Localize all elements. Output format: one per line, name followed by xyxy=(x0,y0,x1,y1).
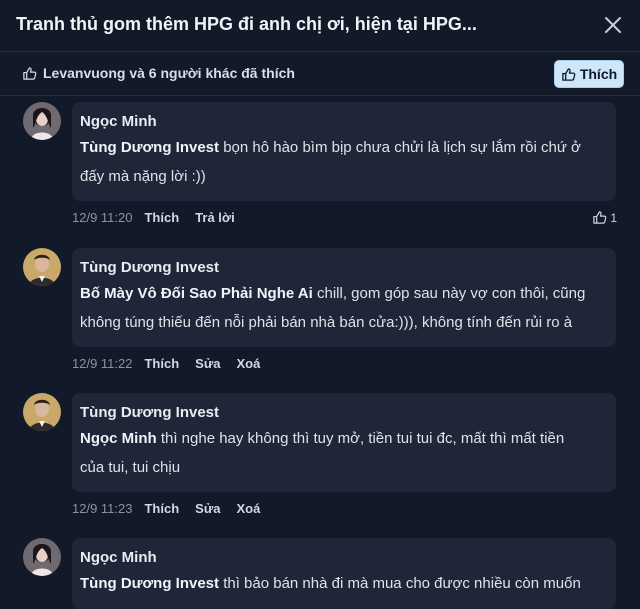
comment-time: 12/9 11:20 xyxy=(72,210,133,225)
dialog-header: Tranh thủ gom thêm HPG đi anh chị ơi, hi… xyxy=(0,0,640,52)
likes-bar: Levanvuong và 6 người khác đã thích Thíc… xyxy=(0,52,640,96)
like-comment-button[interactable]: Thích xyxy=(144,356,179,371)
edit-button[interactable]: Sửa xyxy=(195,356,220,371)
delete-button[interactable]: Xoá xyxy=(236,501,260,516)
comment-author[interactable]: Tùng Dương Invest xyxy=(80,257,606,279)
like-comment-button[interactable]: Thích xyxy=(144,501,179,516)
like-count-value: 1 xyxy=(610,210,617,225)
mention[interactable]: Ngọc Minh xyxy=(80,430,157,447)
avatar[interactable] xyxy=(23,248,61,286)
thumbs-up-icon xyxy=(562,67,576,81)
avatar[interactable] xyxy=(23,393,61,431)
comment-text-line: thì nghe hay không thì tuy mở, tiền tui … xyxy=(156,430,565,447)
comment-time: 12/9 11:22 xyxy=(72,356,133,371)
comment-text-line: thì bảo bán nhà đi mà mua cho được nhiều… xyxy=(219,575,581,592)
like-comment-button[interactable]: Thích xyxy=(144,210,179,225)
comment-text: Bố Mày Vô Đối Sao Phải Nghe Ai chill, go… xyxy=(80,279,606,337)
comment-text: Tùng Dương Invest thì bảo bán nhà đi mà … xyxy=(80,569,606,598)
comment-author[interactable]: Ngọc Minh xyxy=(80,547,606,569)
comment-text: Ngọc Minh thì nghe hay không thì tuy mở,… xyxy=(80,424,606,482)
comment-author[interactable]: Ngọc Minh xyxy=(80,111,606,133)
comment-actions: 12/9 11:20 Thích Trả lời xyxy=(72,210,251,225)
mention[interactable]: Tùng Dương Invest xyxy=(80,139,219,156)
mention[interactable]: Bố Mày Vô Đối Sao Phải Nghe Ai xyxy=(80,285,313,302)
comment-bubble: Ngọc Minh Tùng Dương Invest thì bảo bán … xyxy=(72,538,616,609)
likes-summary[interactable]: Levanvuong và 6 người khác đã thích xyxy=(22,65,295,81)
comment-bubble: Tùng Dương Invest Ngọc Minh thì nghe hay… xyxy=(72,393,616,492)
comment-text-line: chill, gom góp sau này vợ con thôi, cũng xyxy=(312,285,586,302)
comment-text-line: bọn hô hào bìm bịp chưa chửi là lịch sự … xyxy=(219,139,581,156)
thumbs-up-icon xyxy=(593,211,607,224)
edit-button[interactable]: Sửa xyxy=(195,501,220,516)
comment-like-count[interactable]: 1 xyxy=(592,210,617,225)
reply-button[interactable]: Trả lời xyxy=(195,210,235,225)
post-title: Tranh thủ gom thêm HPG đi anh chị ơi, hi… xyxy=(16,14,477,34)
avatar[interactable] xyxy=(23,102,61,140)
comment-bubble: Tùng Dương Invest Bố Mày Vô Đối Sao Phải… xyxy=(72,248,616,347)
comment-bubble: Ngọc Minh Tùng Dương Invest bọn hô hào b… xyxy=(72,102,616,201)
comment-actions: 12/9 11:23 Thích Sửa Xoá xyxy=(72,501,276,516)
avatar[interactable] xyxy=(23,538,61,576)
likes-summary-text: Levanvuong và 6 người khác đã thích xyxy=(43,65,295,81)
close-icon xyxy=(605,17,621,33)
comment-text: Tùng Dương Invest bọn hô hào bìm bịp chư… xyxy=(80,133,606,191)
delete-button[interactable]: Xoá xyxy=(236,356,260,371)
comment-actions: 12/9 11:22 Thích Sửa Xoá xyxy=(72,356,276,371)
like-post-button[interactable]: Thích xyxy=(554,60,624,88)
comment-text-line: không túng thiếu đến nỗi phải bán nhà bá… xyxy=(80,314,573,331)
comment-time: 12/9 11:23 xyxy=(72,501,133,516)
like-post-button-label: Thích xyxy=(579,66,618,82)
comment-text-line: của tui, tui chịu xyxy=(80,459,181,476)
comment-author[interactable]: Tùng Dương Invest xyxy=(80,402,606,424)
thumbs-up-icon xyxy=(23,66,37,80)
close-button[interactable] xyxy=(602,14,624,36)
comment-text-line: đấy mà nặng lời :)) xyxy=(80,168,206,185)
mention[interactable]: Tùng Dương Invest xyxy=(80,575,219,592)
